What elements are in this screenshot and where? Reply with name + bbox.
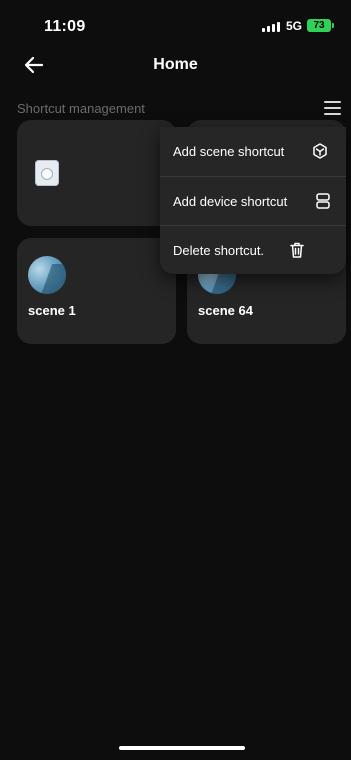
menu-item-label: Add scene shortcut	[173, 144, 285, 159]
battery-icon: 73	[307, 19, 334, 32]
menu-item-add-device-shortcut[interactable]: Add device shortcut	[160, 176, 346, 226]
scene-card[interactable]: scene 1	[17, 238, 176, 344]
device-icon	[316, 193, 330, 209]
device-shortcut-card[interactable]	[17, 120, 176, 226]
section-label: Shortcut management	[17, 101, 145, 116]
shortcut-menu: Add scene shortcut Add device shortcut D…	[160, 127, 346, 274]
network-type: 5G	[286, 19, 303, 33]
page-title: Home	[153, 56, 198, 73]
device-icon	[35, 160, 59, 186]
scene-image	[28, 256, 66, 294]
home-indicator[interactable]	[119, 746, 245, 750]
trash-icon	[290, 242, 304, 258]
cube-icon	[313, 143, 327, 159]
battery-level: 73	[313, 20, 325, 31]
menu-item-delete-shortcut[interactable]: Delete shortcut.	[160, 225, 346, 275]
menu-item-label: Add device shortcut	[173, 194, 288, 209]
status-bar: 11:09 5G 73	[0, 0, 351, 48]
scene-name: scene 64	[198, 303, 253, 318]
status-time: 11:09	[44, 18, 86, 35]
scene-name: scene 1	[28, 303, 76, 318]
screen: 11:09 5G 73 Home Shortcut management sce…	[0, 0, 351, 760]
menu-item-label: Delete shortcut.	[173, 243, 265, 258]
menu-icon[interactable]	[324, 100, 344, 116]
menu-item-add-scene-shortcut[interactable]: Add scene shortcut	[160, 127, 346, 176]
signal-icon	[262, 22, 280, 32]
